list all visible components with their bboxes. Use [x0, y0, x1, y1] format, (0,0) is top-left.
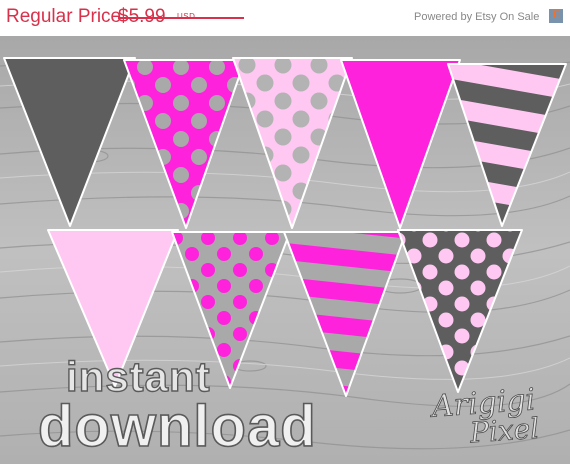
download-text: download: [37, 394, 317, 459]
regular-price-label: Regular Price: [6, 6, 122, 27]
price-strikethrough: [118, 17, 244, 19]
shop-watermark-line2: Pixel: [468, 411, 541, 450]
etsy-logo-icon[interactable]: E: [549, 9, 563, 23]
sale-banner: Regular Price $5.99 USD Powered by Etsy …: [0, 0, 570, 36]
powered-by-link[interactable]: Powered by Etsy On Sale: [414, 11, 539, 23]
product-image-frame: Regular Price $5.99 USD Powered by Etsy …: [0, 0, 570, 464]
instant-text: instant: [65, 353, 211, 400]
